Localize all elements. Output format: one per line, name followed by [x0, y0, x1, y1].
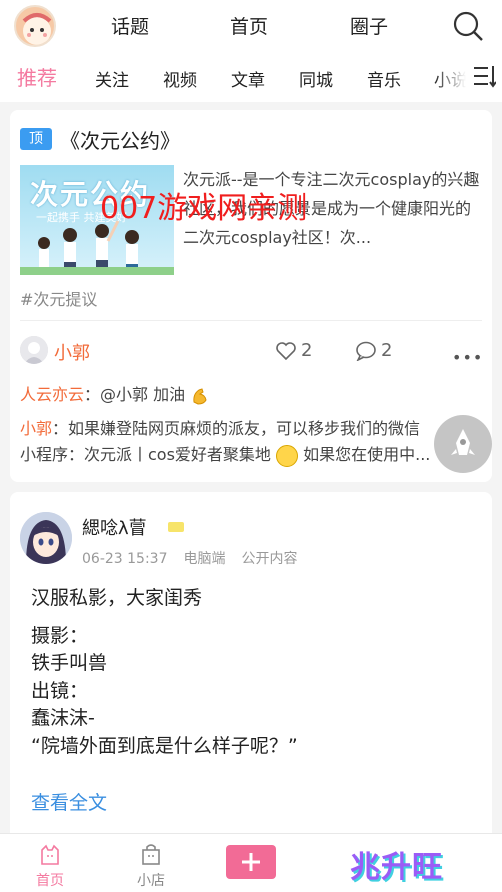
- author-avatar[interactable]: [20, 336, 48, 364]
- comment-count: 2: [381, 340, 393, 361]
- reply-text-continued: 如果您在使用中...: [303, 445, 431, 464]
- category-music[interactable]: 音乐: [367, 66, 401, 91]
- author-name[interactable]: 小郭: [54, 339, 90, 365]
- shop-icon: [142, 844, 160, 865]
- create-post-button[interactable]: [226, 845, 276, 879]
- poster-avatar[interactable]: [20, 512, 72, 564]
- floating-action-button[interactable]: [434, 415, 492, 473]
- reply-item[interactable]: 小郭：如果嫌登陆网页麻烦的派友，可以移步我们的微信: [20, 416, 420, 442]
- app: 话题 首页 圈子 推荐 关注 视频 文章 同城 音乐 小说 顶 《次元公约》 次…: [0, 0, 502, 892]
- reply-continuation[interactable]: 小程序：次元派丨cos爱好者聚集地 如果您在使用中...: [20, 442, 430, 468]
- smile-emoji-icon: [276, 444, 299, 467]
- pinned-post-card[interactable]: 顶 《次元公约》 次元公约 一起携手 共建美好 次元派--是一个专注二次元cos…: [10, 110, 492, 482]
- pinned-badge: 顶: [20, 128, 52, 150]
- read-more-link[interactable]: 查看全文: [31, 788, 107, 815]
- like-count: 2: [301, 340, 313, 361]
- category-recommend[interactable]: 推荐: [17, 62, 57, 91]
- category-article[interactable]: 文章: [231, 66, 265, 91]
- category-menu-icon[interactable]: [472, 64, 496, 88]
- category-local[interactable]: 同城: [299, 66, 333, 91]
- reply-item[interactable]: 人云亦云：@小郭 加油: [20, 382, 210, 408]
- category-fade: [434, 50, 474, 102]
- post-line: 汉服私影，大家闺秀: [31, 587, 203, 609]
- more-options-icon[interactable]: •••: [452, 348, 483, 367]
- category-video[interactable]: 视频: [163, 66, 197, 91]
- post-title[interactable]: 《次元公约》: [60, 125, 180, 154]
- flexed-arm-emoji-icon: [193, 387, 207, 405]
- my-avatar[interactable]: [14, 5, 56, 47]
- nav-shop[interactable]: 小店: [121, 834, 181, 892]
- post-line: “院墙外面到底是什么样子呢？”: [31, 735, 298, 757]
- post-line: 出镜：: [31, 680, 89, 702]
- rocket-icon: [451, 429, 475, 455]
- post-date: 06-23 15:37: [82, 551, 168, 567]
- reply-text: 小程序：次元派丨cos爱好者聚集地: [20, 445, 271, 464]
- poster-name[interactable]: 緦唸λ萺: [82, 514, 147, 540]
- watermark-text: 007游戏网亲测: [100, 191, 308, 226]
- post-line: 蠢沫沫-: [31, 707, 95, 729]
- reply-author[interactable]: 小郭: [20, 419, 52, 438]
- poster-avatar-image: [20, 512, 72, 564]
- nav-home-label: 首页: [36, 873, 64, 889]
- top-header: 话题 首页 圈子: [0, 0, 502, 50]
- reply-author[interactable]: 人云亦云: [20, 385, 84, 404]
- post-hashtag[interactable]: #次元提议: [20, 286, 97, 310]
- tab-home[interactable]: 首页: [230, 12, 268, 39]
- post-line: 铁手叫兽: [31, 652, 108, 674]
- reply-text: ：@小郭 加油: [84, 385, 186, 404]
- plus-icon: [242, 853, 260, 871]
- post-meta: 06-23 15:37 电脑端 公开内容: [82, 548, 313, 568]
- nav-shop-label: 小店: [137, 873, 165, 889]
- search-icon[interactable]: [452, 10, 484, 42]
- site-logo-watermark: 兆升旺: [350, 850, 443, 885]
- home-cat-icon: [41, 844, 59, 865]
- post-line: 摄影：: [31, 625, 89, 647]
- post-card[interactable]: 緦唸λ萺 06-23 15:37 电脑端 公开内容 汉服私影，大家闺秀 摄影： 铁手…: [10, 492, 492, 837]
- comment-icon[interactable]: [355, 341, 377, 361]
- avatar-illustration: [22, 13, 52, 45]
- heart-icon[interactable]: [275, 341, 297, 361]
- level-badge: [168, 522, 184, 532]
- category-follow[interactable]: 关注: [95, 66, 129, 91]
- nav-home[interactable]: 首页: [20, 834, 80, 892]
- post-visibility: 公开内容: [241, 551, 298, 567]
- tab-circles[interactable]: 圈子: [350, 12, 388, 39]
- category-bar: 推荐 关注 视频 文章 同城 音乐 小说: [0, 50, 502, 102]
- reply-text: ：如果嫌登陆网页麻烦的派友，可以移步我们的微信: [52, 419, 421, 438]
- tab-topics[interactable]: 话题: [111, 12, 149, 39]
- divider: [20, 320, 482, 321]
- author-avatar-image: [20, 336, 48, 364]
- post-device: 电脑端: [183, 551, 226, 567]
